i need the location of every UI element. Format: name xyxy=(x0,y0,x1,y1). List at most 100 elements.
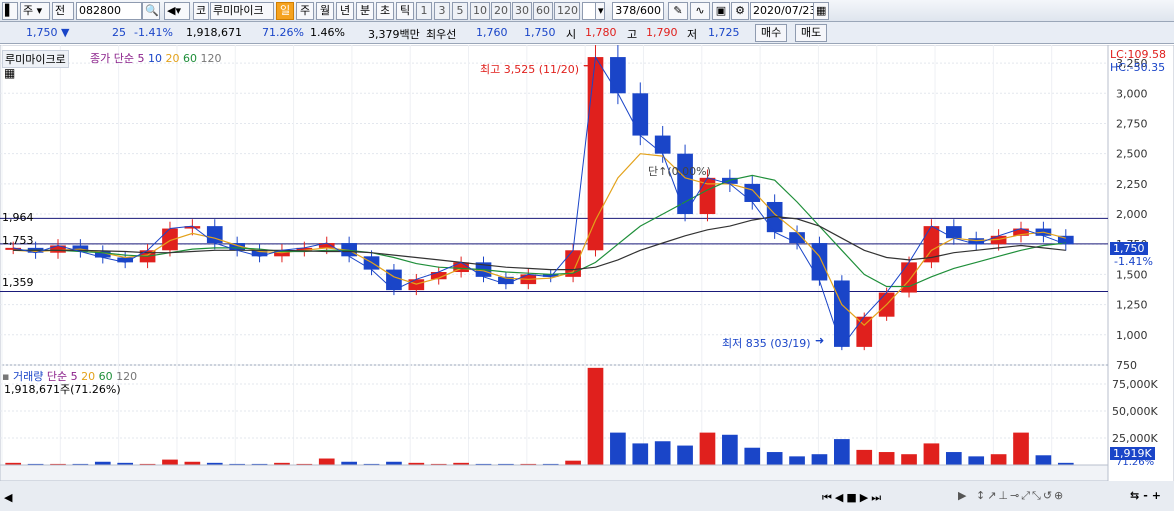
ma20-legend: 20 xyxy=(165,52,180,65)
interval-3[interactable]: 3 xyxy=(434,2,450,20)
overlay-annotation: 단↑(0.00%) xyxy=(648,165,711,178)
volume-bar xyxy=(878,452,895,465)
high-arrow-icon: ➜ xyxy=(583,59,593,72)
volume-bar xyxy=(318,458,335,465)
calendar-icon[interactable]: ▦ xyxy=(813,2,829,20)
ref-line-label-2: 1,753 xyxy=(2,234,34,247)
stock-type-label: 코 xyxy=(193,2,209,20)
volume-bar xyxy=(654,441,671,465)
candle-body xyxy=(699,177,716,215)
y-tick-label: 1,250 xyxy=(1116,299,1148,312)
period-day[interactable]: 일 xyxy=(276,2,294,20)
ma5-legend: 5 xyxy=(137,52,145,65)
interval-120[interactable]: 120 xyxy=(554,2,580,20)
candle-body xyxy=(945,226,962,239)
ma-legend: 종가 단순 5 10 20 60 120 xyxy=(90,50,221,66)
high-label: 고 xyxy=(627,28,638,41)
candle-body xyxy=(610,57,626,94)
interval-5[interactable]: 5 xyxy=(452,2,468,20)
price-change: 25 xyxy=(112,26,126,39)
volume-bar xyxy=(811,454,828,465)
hc-value: HC:-50.35 xyxy=(1110,61,1166,74)
candle-body xyxy=(654,135,671,154)
volume-y-tick-label: 50,000K xyxy=(1112,405,1158,418)
chart-type-icon[interactable]: ▌ xyxy=(2,2,18,20)
volume-bar xyxy=(610,432,626,465)
current-pct: -1.41% xyxy=(1114,255,1153,268)
zoom-controls[interactable]: ⇆-+ xyxy=(1130,489,1165,502)
period-second[interactable]: 초 xyxy=(376,2,394,20)
low-price: 1,725 xyxy=(708,26,740,39)
low-arrow-icon: ➜ xyxy=(815,334,825,347)
turnover-rate: 1.46% xyxy=(310,26,345,39)
tools-icon[interactable]: ✎ xyxy=(668,2,688,20)
interval-10[interactable]: 10 xyxy=(470,2,490,20)
candle-body xyxy=(632,93,649,136)
volume-y-tick-label: 75,000K xyxy=(1112,378,1158,391)
volume-bar xyxy=(766,452,783,465)
y-tick-label: 2,500 xyxy=(1116,148,1148,161)
volume-bar xyxy=(162,459,178,465)
x-axis-strip xyxy=(0,464,1109,482)
chart-wave-icon[interactable]: ∿ xyxy=(690,2,710,20)
volume-current-text: 1,918,671주(71.26%) xyxy=(4,383,121,396)
high-annotation: 최고 3,525 (11/20) xyxy=(480,63,580,76)
stock-code-input[interactable]: 082800 xyxy=(76,2,142,20)
gear-icon[interactable]: ⚙ xyxy=(731,2,749,20)
sell-button[interactable]: 매도 xyxy=(795,24,828,42)
data-count[interactable]: 378/600 xyxy=(612,2,664,20)
ask-price: 1,750 xyxy=(524,26,556,39)
scroll-right-icon[interactable]: ▶ xyxy=(958,489,966,502)
y-tick-label: 2,750 xyxy=(1116,117,1148,130)
volume-value: 1,918,671 xyxy=(186,26,242,39)
volume-bar xyxy=(722,434,738,465)
market-label: 주 xyxy=(23,4,34,17)
y-tick-label: 2,250 xyxy=(1116,178,1148,191)
interval-dropdown-icon[interactable]: ▾ xyxy=(595,2,605,20)
price-change-pct: -1.41% xyxy=(134,26,173,39)
prev-button[interactable]: 전 xyxy=(52,2,74,20)
quote-bar: 1,750 ▼ 25 -1.41% 1,918,671 71.26% 1.46%… xyxy=(0,22,1174,44)
market-select[interactable]: 주 ▾ xyxy=(20,2,50,20)
high-price: 1,790 xyxy=(646,26,678,39)
volume-bar xyxy=(856,449,873,465)
interval-20[interactable]: 20 xyxy=(491,2,511,20)
volume-bar xyxy=(565,460,581,465)
period-week[interactable]: 주 xyxy=(296,2,314,20)
low-label: 저 xyxy=(687,28,698,41)
candle-body xyxy=(834,280,850,347)
candle-body xyxy=(901,262,917,293)
grid-icon[interactable]: ▦ xyxy=(4,66,15,80)
y-tick-label: 2,000 xyxy=(1116,208,1148,221)
period-tick[interactable]: 틱 xyxy=(396,2,414,20)
period-month[interactable]: 월 xyxy=(316,2,334,20)
interval-60[interactable]: 60 xyxy=(533,2,553,20)
period-minute[interactable]: 분 xyxy=(356,2,374,20)
volume-ratio: 71.26% xyxy=(262,26,304,39)
chart-area[interactable]: 3,2503,0002,7502,5002,2502,0001,7501,500… xyxy=(0,45,1174,511)
buy-button[interactable]: 매수 xyxy=(755,24,788,42)
search-icon[interactable]: 🔍 xyxy=(142,2,160,20)
best-price-label: 최우선 xyxy=(426,28,457,41)
volume-bar xyxy=(632,443,649,465)
interval-30[interactable]: 30 xyxy=(512,2,532,20)
ref-line-label-3: 1,359 xyxy=(2,276,34,289)
volume-bar xyxy=(744,447,761,465)
y-tick-label: 3,000 xyxy=(1116,87,1148,100)
interval-1[interactable]: 1 xyxy=(416,2,432,20)
legend-stock-name: 루미마이크로 xyxy=(5,53,66,66)
stock-name[interactable]: 루미마이크 xyxy=(210,2,274,20)
candle-body xyxy=(856,316,873,347)
open-label: 시 xyxy=(566,28,577,41)
period-year[interactable]: 년 xyxy=(336,2,354,20)
speaker-icon[interactable]: ◀▾ xyxy=(164,2,190,20)
date-input[interactable]: 2020/07/23 xyxy=(750,2,820,20)
scroll-left-icon[interactable]: ◀ xyxy=(4,491,12,504)
playback-controls[interactable]: ⏮◀■▶⏭ xyxy=(822,491,884,505)
ref-line-label-1: 1,964 xyxy=(2,211,34,224)
volume-bar xyxy=(834,439,850,465)
ma10-legend: 10 xyxy=(147,52,162,65)
volume-bar xyxy=(901,454,917,465)
drawing-tools[interactable]: ↕↗⊥⊸⤢⤡↺⊕ xyxy=(976,489,1065,503)
save-icon[interactable]: ▣ xyxy=(712,2,730,20)
